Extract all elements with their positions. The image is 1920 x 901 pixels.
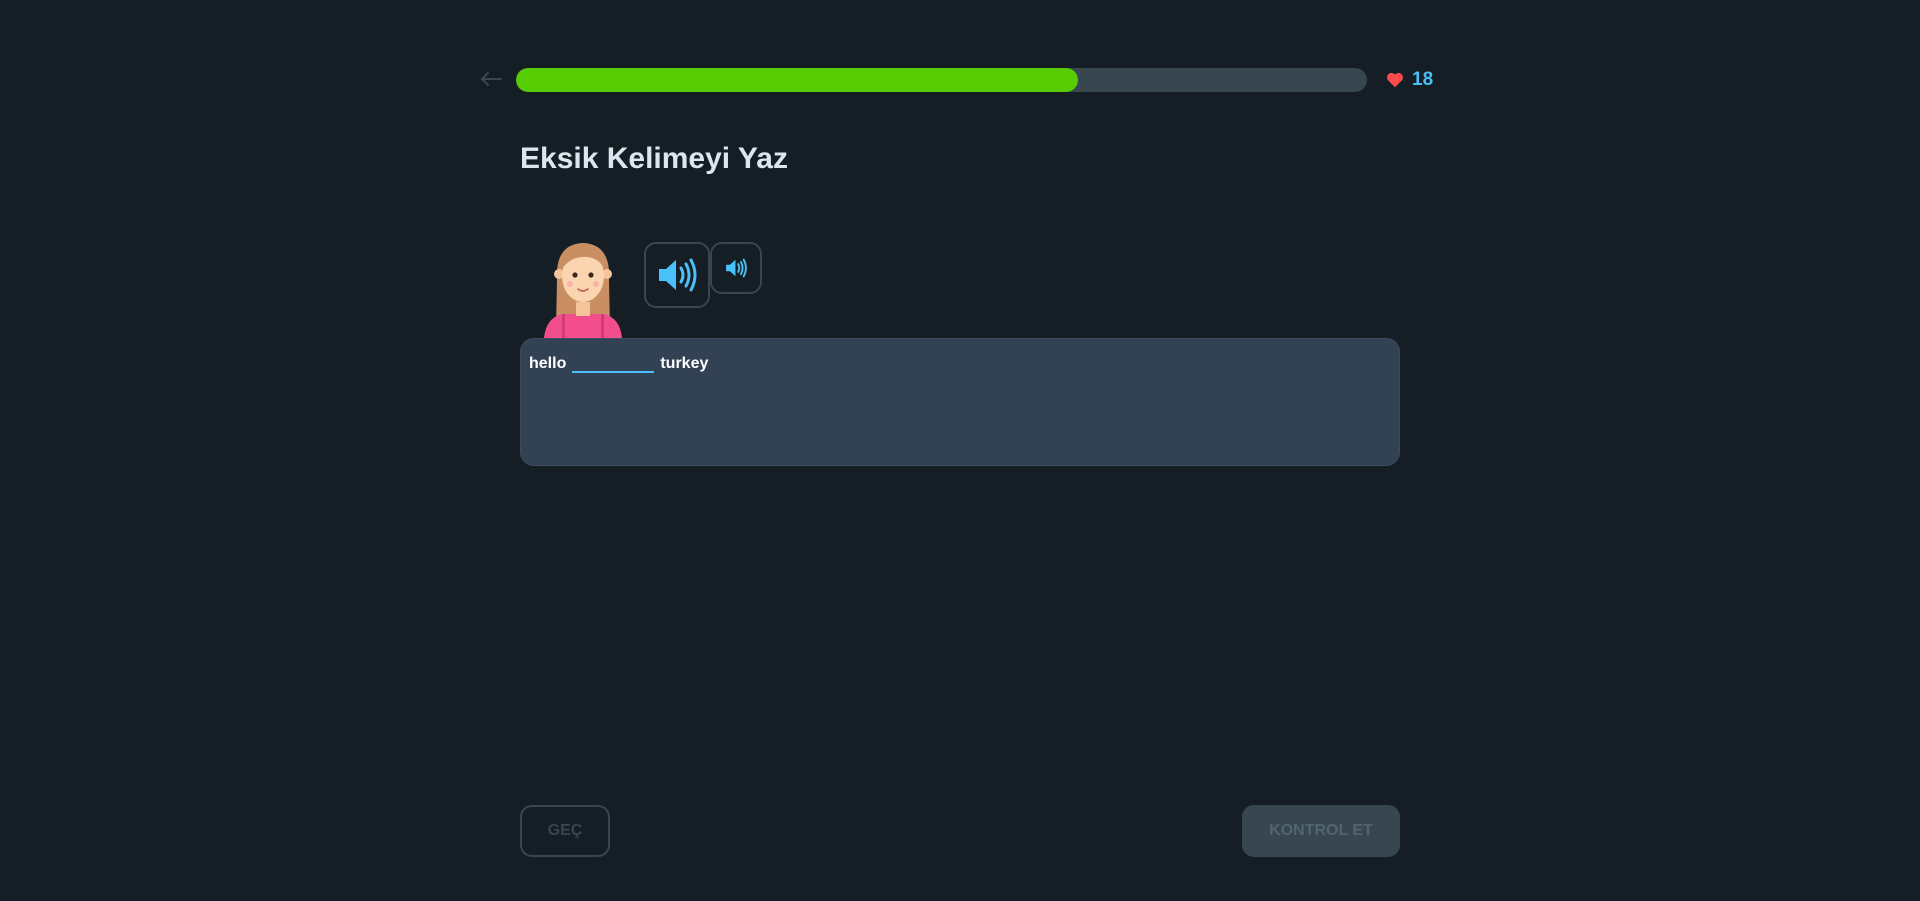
heart-icon [1387, 72, 1403, 88]
progress-bar-fill [516, 68, 1078, 92]
hearts-count: 18 [1412, 69, 1434, 90]
character-avatar [544, 243, 622, 338]
back-button[interactable] [478, 66, 504, 92]
sentence: hello turkey [529, 351, 1391, 373]
exercise-title: Eksik Kelimeyi Yaz [520, 142, 788, 175]
sentence-word-after: turkey [660, 355, 709, 372]
speaker-slow-icon [726, 258, 747, 278]
arrow-left-icon [481, 72, 502, 86]
skip-button[interactable]: GEÇ [520, 805, 610, 857]
play-audio-slow-button[interactable] [710, 242, 762, 294]
progress-bar [516, 68, 1367, 92]
speaker-icon [659, 258, 697, 292]
hearts-counter: 18 [1386, 68, 1433, 92]
missing-word-input[interactable] [572, 351, 655, 373]
sentence-word-before: hello [529, 355, 567, 372]
check-button[interactable]: KONTROL ET [1242, 805, 1400, 857]
sentence-box: hello turkey [520, 338, 1400, 466]
lesson-page: 18 Eksik Kelimeyi Yaz hello turkey GEÇ K… [0, 0, 1920, 901]
play-audio-button[interactable] [644, 242, 710, 308]
